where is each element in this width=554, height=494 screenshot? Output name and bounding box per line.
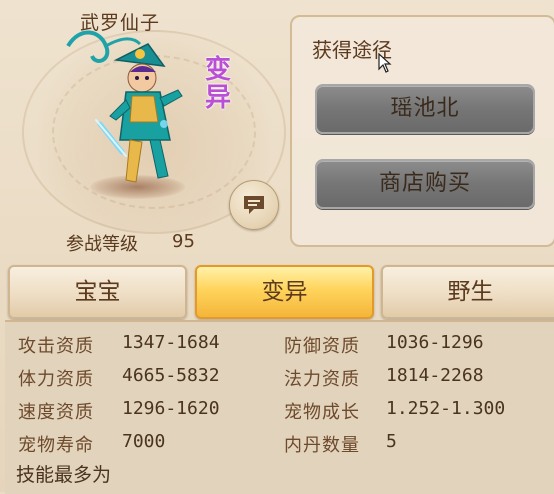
stat-value-defense: 1036-1296 bbox=[386, 332, 484, 353]
stat-label-defense: 防御资质 bbox=[284, 336, 360, 357]
stat-label-attack: 攻击资质 bbox=[18, 336, 94, 357]
stat-value-mana: 1814-2268 bbox=[386, 365, 484, 386]
stat-value-inner-core: 5 bbox=[386, 431, 397, 452]
stat-value-growth: 1.252-1.300 bbox=[386, 398, 506, 419]
pet-portrait bbox=[66, 30, 183, 183]
stat-label-inner-core: 内丹数量 bbox=[284, 435, 360, 456]
stat-value-stamina: 4665-5832 bbox=[122, 365, 220, 386]
stat-label-mana: 法力资质 bbox=[284, 369, 360, 390]
battle-level-label: 参战等级 bbox=[66, 234, 138, 255]
tab-baby[interactable]: 宝宝 bbox=[8, 265, 187, 319]
chat-bubble-icon bbox=[244, 196, 264, 214]
yaochi-north-button[interactable]: 瑶池北 bbox=[315, 84, 535, 134]
mutation-tag: 变异 bbox=[204, 55, 231, 113]
skills-max-label: 技能最多为 bbox=[16, 464, 112, 486]
mouse-cursor-icon bbox=[378, 53, 392, 73]
shop-purchase-button[interactable]: 商店购买 bbox=[315, 159, 535, 209]
stat-label-growth: 宠物成长 bbox=[284, 402, 360, 423]
stat-value-lifespan: 7000 bbox=[122, 431, 166, 452]
stat-label-stamina: 体力资质 bbox=[18, 369, 94, 390]
stat-label-speed: 速度资质 bbox=[18, 402, 94, 423]
tab-wild[interactable]: 野生 bbox=[381, 265, 554, 319]
stat-label-lifespan: 宠物寿命 bbox=[18, 435, 94, 456]
stat-value-attack: 1347-1684 bbox=[122, 332, 220, 353]
tab-mutation[interactable]: 变异 bbox=[195, 265, 374, 319]
chat-button[interactable] bbox=[229, 180, 279, 230]
pet-name: 武罗仙子 bbox=[80, 12, 161, 34]
battle-level-value: 95 bbox=[172, 231, 195, 252]
stat-value-speed: 1296-1620 bbox=[122, 398, 220, 419]
